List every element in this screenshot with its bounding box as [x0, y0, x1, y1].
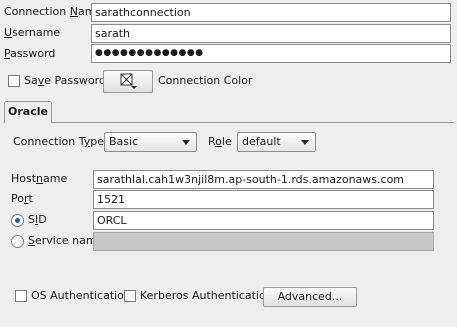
chevron-down-icon — [182, 140, 190, 145]
sid-radio[interactable] — [11, 214, 24, 227]
role-label: Role — [208, 135, 232, 148]
tab-oracle[interactable]: Oracle — [4, 101, 52, 123]
sid-field[interactable]: ORCL — [93, 211, 434, 230]
kerberos-authentication-checkbox[interactable] — [124, 290, 136, 302]
username-label: Username — [4, 26, 61, 39]
radio-selected-dot — [15, 218, 20, 223]
role-select[interactable]: default — [237, 132, 316, 152]
hostname-label: Hostname — [11, 172, 68, 185]
password-field[interactable]: ●●●●●●●●●●●●● — [91, 44, 451, 63]
connection-type-select[interactable]: Basic — [104, 132, 197, 152]
os-authentication-checkbox[interactable] — [15, 290, 27, 302]
connection-name-label: Connection Name — [4, 5, 102, 18]
service-name-field[interactable] — [93, 232, 434, 251]
username-field[interactable]: sarath — [91, 24, 451, 43]
connection-name-field[interactable]: sarathconnection — [91, 3, 451, 22]
chevron-down-icon — [301, 140, 309, 145]
color-picker-icon — [120, 73, 137, 89]
advanced-button[interactable]: Advanced... — [263, 287, 357, 307]
connection-type-label: Connection Type — [13, 135, 105, 148]
save-password-label: Save Password — [24, 74, 106, 87]
connection-type-value: Basic — [109, 135, 139, 148]
os-authentication-label: OS Authentication — [31, 289, 131, 302]
kerberos-authentication-label: Kerberos Authentication — [140, 289, 273, 302]
hostname-field[interactable]: sarathlal.cah1w3njil8m.ap-south-1.rds.am… — [93, 170, 434, 189]
connection-color-label: Connection Color — [158, 74, 253, 87]
port-label: Port — [11, 192, 33, 205]
password-label: Password — [4, 47, 56, 60]
connection-color-button[interactable] — [103, 70, 153, 93]
role-value: default — [242, 135, 281, 148]
save-password-checkbox[interactable] — [8, 75, 20, 87]
port-field[interactable]: 1521 — [93, 190, 434, 209]
sid-label: SID — [28, 213, 47, 226]
service-name-radio[interactable] — [11, 235, 24, 248]
